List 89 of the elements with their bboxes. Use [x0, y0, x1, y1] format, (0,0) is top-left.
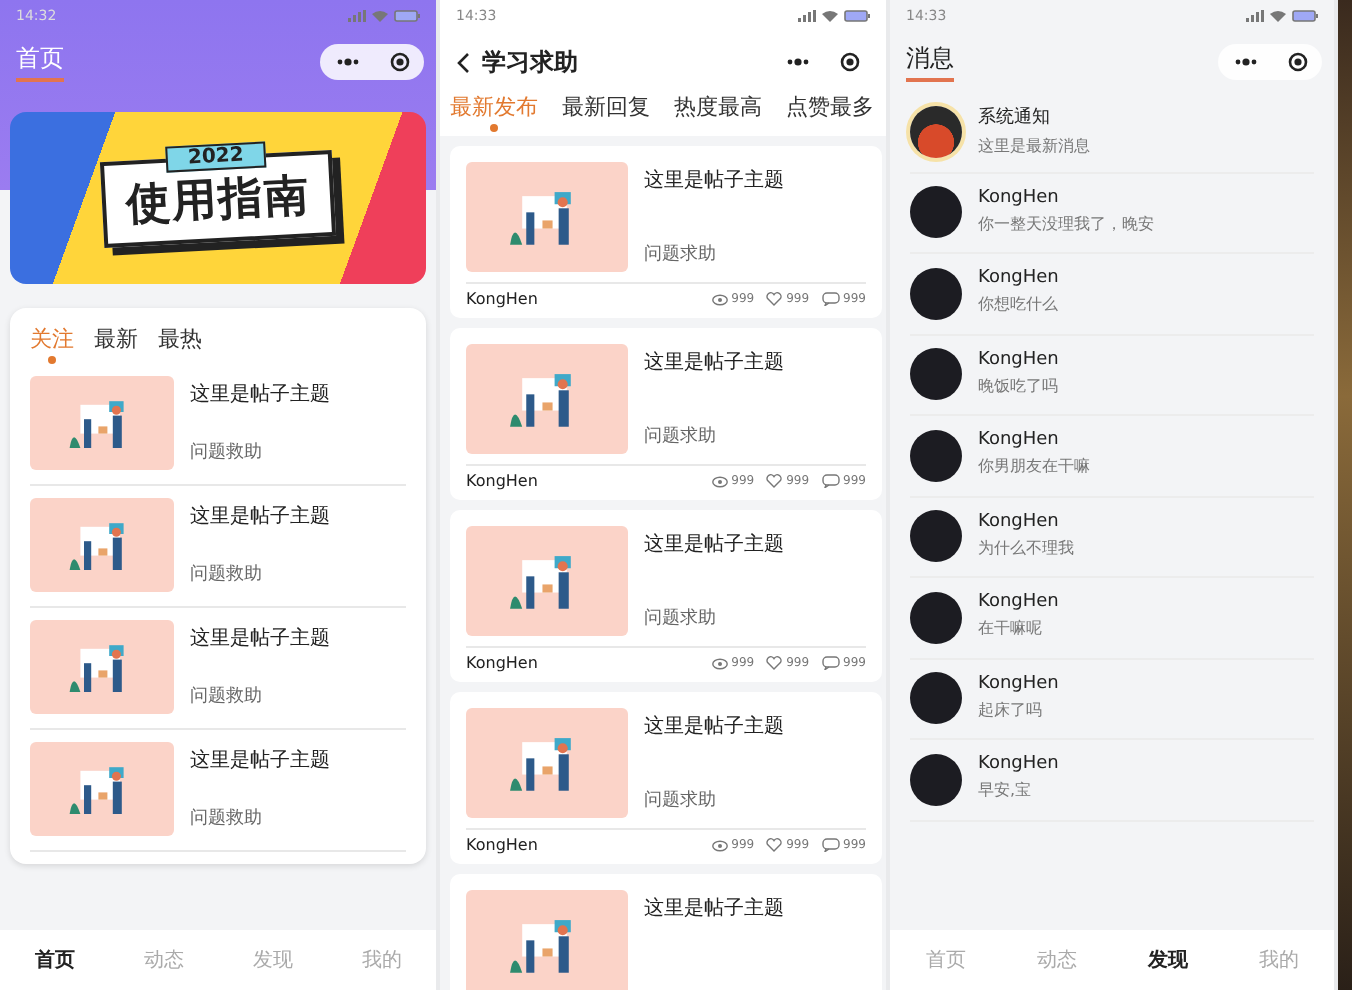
message-preview: 这里是最新消息	[978, 135, 1090, 157]
wifi-icon	[1270, 10, 1286, 22]
banner-background[interactable]: 2022 使用指南	[10, 112, 426, 284]
capsule-menu[interactable]	[320, 44, 424, 80]
post-category: 问题求助	[644, 606, 718, 631]
message-preview: 为什么不理我	[978, 537, 1074, 559]
post-category: 问题救助	[190, 440, 264, 465]
battery-icon	[1292, 10, 1318, 22]
post-category: 问题求助	[644, 242, 718, 267]
avatar	[910, 753, 962, 806]
sender-name[interactable]: KongHen	[978, 511, 1098, 532]
post-author: KongHen	[466, 472, 538, 490]
page-title: 消息	[906, 42, 954, 82]
comment-icon[interactable]	[821, 838, 840, 852]
battery-icon	[844, 10, 870, 22]
message-preview: 在干嘛呢	[978, 617, 1043, 640]
sender-name[interactable]: KongHen	[978, 430, 1118, 451]
post-category: 问题救助	[190, 806, 264, 831]
eye-icon	[711, 475, 728, 487]
sender-name[interactable]: KongHen	[978, 592, 1059, 613]
tab[interactable]: 最新回复	[562, 92, 650, 132]
comment-icon[interactable]	[821, 656, 840, 670]
comment-icon[interactable]	[821, 474, 840, 488]
more-icon[interactable]	[1233, 58, 1257, 66]
eye-icon	[711, 657, 728, 669]
page-title: 学习求助	[482, 45, 578, 79]
heart-icon[interactable]	[766, 838, 783, 852]
post-title[interactable]: 这里是帖子主题	[190, 746, 330, 774]
avatar	[910, 672, 962, 725]
message-preview: 晚饭吃了吗	[978, 375, 1058, 397]
more-icon[interactable]	[785, 58, 809, 66]
wifi-icon	[372, 10, 388, 22]
comment-icon[interactable]	[821, 292, 840, 306]
battery-icon	[394, 10, 420, 22]
tab[interactable]: 热度最高	[674, 92, 762, 132]
sender-name[interactable]: KongHen	[978, 187, 1198, 208]
more-icon[interactable]	[335, 58, 359, 66]
message-preview: 早安,宝	[978, 779, 1034, 802]
sender-name[interactable]: 系统通知	[978, 103, 1118, 130]
post-category: 问题求助	[644, 424, 718, 449]
post-author: KongHen	[466, 654, 538, 672]
heart-icon[interactable]	[766, 656, 783, 670]
tab-bar-item[interactable]: 首页	[22, 944, 87, 976]
post-category: 问题求助	[644, 788, 718, 813]
heart-icon[interactable]	[766, 292, 783, 306]
avatar-icon	[910, 105, 962, 158]
sender-name[interactable]: KongHen	[978, 268, 1078, 289]
tab[interactable]: 点赞最多	[786, 92, 874, 132]
post-title[interactable]: 这里是帖子主题	[644, 166, 784, 194]
sender-name[interactable]: KongHen	[978, 754, 1059, 775]
avatar	[910, 591, 962, 644]
eye-icon	[711, 293, 728, 305]
post-title[interactable]: 这里是帖子主题	[190, 502, 330, 530]
signal-icon	[798, 10, 816, 22]
wifi-icon	[822, 10, 838, 22]
message-preview: 你男朋友在干嘛	[978, 455, 1090, 478]
message-preview: 你想吃什么	[978, 293, 1058, 316]
post-title[interactable]: 这里是帖子主题	[644, 894, 784, 922]
post-category: 问题救助	[190, 562, 264, 587]
post-author: KongHen	[466, 290, 538, 308]
sender-name[interactable]: KongHen	[978, 349, 1078, 370]
post-title[interactable]: 这里是帖子主题	[190, 624, 330, 652]
post-title[interactable]: 这里是帖子主题	[644, 530, 784, 558]
post-title[interactable]: 这里是帖子主题	[190, 380, 330, 408]
message-preview: 你一整天没理我了，晚安	[978, 213, 1154, 235]
avatar	[910, 267, 962, 320]
post-card[interactable]: 这里是帖子主题	[450, 874, 882, 990]
signal-icon	[348, 10, 366, 22]
tab-bar-item[interactable]: 发现	[1135, 944, 1200, 976]
back-icon[interactable]	[456, 51, 470, 73]
tab[interactable]: 最热	[158, 324, 202, 364]
post-category: 问题救助	[190, 684, 264, 709]
banner-year: 2022	[165, 140, 267, 172]
post-title[interactable]: 这里是帖子主题	[644, 348, 784, 376]
avatar	[910, 348, 962, 401]
signal-icon	[1246, 10, 1264, 22]
avatar	[910, 186, 962, 239]
heart-icon[interactable]	[766, 474, 783, 488]
avatar	[910, 429, 962, 482]
post-author: KongHen	[466, 836, 538, 854]
message-preview: 起床了吗	[978, 699, 1043, 721]
capsule-menu[interactable]	[1218, 44, 1322, 80]
banner-title: 使用指南	[124, 168, 312, 234]
tab[interactable]: 最新	[94, 324, 138, 364]
post-title[interactable]: 这里是帖子主题	[644, 712, 784, 740]
avatar	[910, 510, 962, 563]
sender-name[interactable]: KongHen	[978, 673, 1059, 694]
eye-icon	[711, 839, 728, 851]
page-title: 首页	[16, 42, 64, 82]
